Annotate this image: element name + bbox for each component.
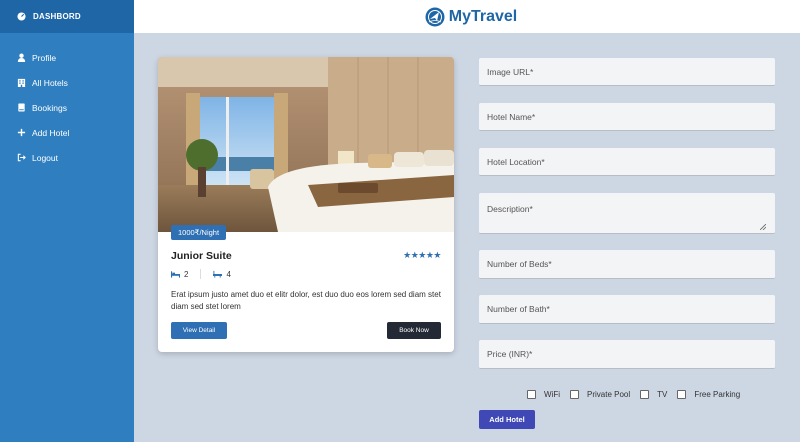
amenity-label: Private Pool — [587, 390, 631, 399]
description-textarea[interactable] — [479, 193, 775, 234]
sidebar-item-all-hotels[interactable]: All Hotels — [0, 70, 134, 95]
bath-input[interactable] — [479, 295, 775, 324]
amenities-group: WiFi Private Pool TV Free Parking — [527, 390, 750, 399]
amenity-label: TV — [657, 390, 668, 399]
hotel-location-input[interactable] — [479, 148, 775, 176]
top-header: MyTravel — [134, 0, 800, 33]
tv-checkbox[interactable] — [640, 390, 650, 399]
sidebar-header[interactable]: DASHBORD — [0, 0, 134, 33]
resize-handle-icon[interactable] — [760, 224, 766, 230]
logout-icon — [17, 153, 26, 162]
amenity-label: WiFi — [544, 390, 560, 399]
amenity-wifi[interactable]: WiFi — [527, 390, 560, 399]
brand[interactable]: MyTravel — [425, 7, 517, 27]
price-badge: 1000₹/Night — [171, 225, 227, 240]
bed-icon — [171, 271, 180, 278]
free-parking-checkbox[interactable] — [677, 390, 687, 399]
bed-count: 2 — [184, 269, 189, 279]
travel-globe-logo — [425, 7, 445, 26]
room-description: Erat ipsum justo amet duo et elitr dolor… — [171, 290, 441, 311]
price-input[interactable] — [479, 340, 775, 369]
bath-icon — [213, 270, 223, 278]
amenity-tv[interactable]: TV — [640, 390, 667, 399]
amenity-label: Free Parking — [694, 390, 741, 399]
amenity-free-parking[interactable]: Free Parking — [677, 390, 740, 399]
sidebar-title: DASHBORD — [33, 12, 81, 21]
sidebar-item-label: Logout — [32, 152, 58, 163]
sidebar: DASHBORD Profile All Hotels Bookings Add… — [0, 0, 134, 442]
sidebar-item-label: Bookings — [32, 102, 67, 113]
sidebar-item-add-hotel[interactable]: Add Hotel — [0, 120, 134, 145]
beds-input[interactable] — [479, 250, 775, 279]
meta-divider — [200, 269, 202, 279]
room-meta: 2 4 — [171, 269, 231, 279]
building-icon — [17, 78, 26, 87]
sidebar-item-profile[interactable]: Profile — [0, 45, 134, 70]
hotel-room-image — [158, 57, 454, 232]
room-title: Junior Suite — [171, 250, 232, 262]
sidebar-item-label: Profile — [32, 52, 57, 63]
sidebar-item-label: Add Hotel — [32, 127, 70, 138]
amenity-private-pool[interactable]: Private Pool — [570, 390, 630, 399]
user-icon — [17, 53, 26, 62]
add-hotel-button[interactable]: Add Hotel — [479, 410, 535, 429]
view-detail-button[interactable]: View Detail — [171, 322, 227, 339]
sidebar-item-bookings[interactable]: Bookings — [0, 95, 134, 120]
rating-stars: ★★★★★ — [403, 250, 441, 260]
brand-name: MyTravel — [448, 7, 518, 25]
wifi-checkbox[interactable] — [527, 390, 536, 399]
book-icon — [18, 103, 25, 112]
sidebar-item-label: All Hotels — [32, 77, 68, 88]
private-pool-checkbox[interactable] — [570, 390, 579, 399]
sidebar-item-logout[interactable]: Logout — [0, 145, 134, 170]
image-url-input[interactable] — [479, 58, 775, 86]
hotel-name-input[interactable] — [479, 103, 775, 131]
bath-count: 4 — [226, 269, 231, 279]
plus-icon — [17, 128, 26, 137]
hotel-card: 1000₹/Night Junior Suite ★★★★★ 2 4 Erat … — [158, 57, 454, 352]
dashboard-icon — [17, 12, 26, 21]
book-now-button[interactable]: Book Now — [387, 322, 441, 339]
